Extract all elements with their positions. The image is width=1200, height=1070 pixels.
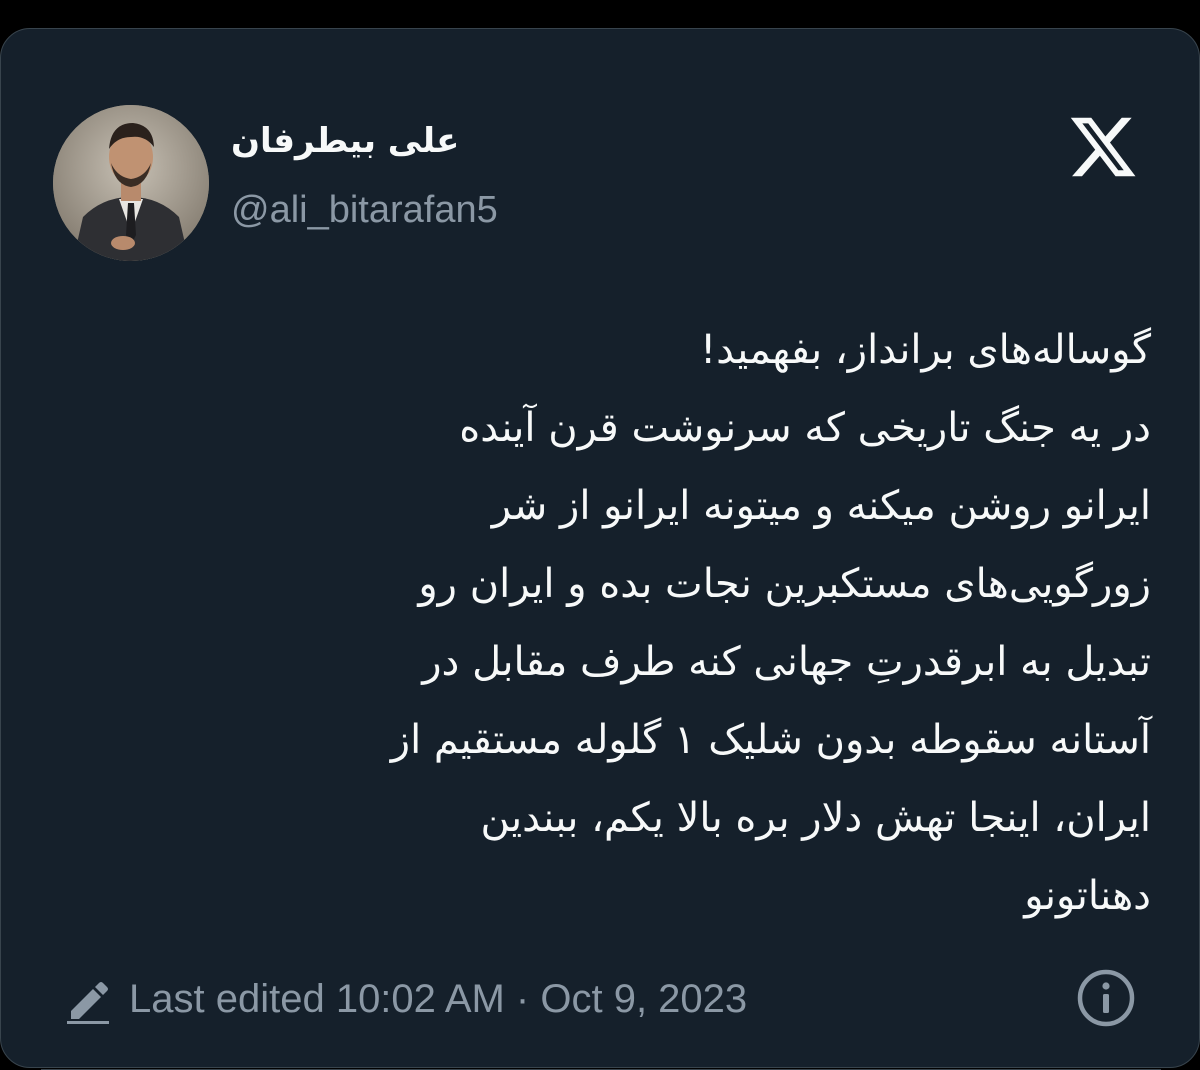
tweet-line: آستانه سقوطه بدون شلیک ۱ گلوله مستقیم از (390, 717, 1151, 763)
last-edited-timestamp[interactable]: Last edited 10:02 AM · Oct 9, 2023 (129, 977, 747, 1022)
tweet-meta: Last edited 10:02 AM · Oct 9, 2023 (61, 969, 747, 1029)
tweet-line: دهناتونو (1024, 873, 1151, 919)
tweet-line: در یه جنگ تاریخی که سرنوشت قرن آینده (459, 405, 1151, 451)
tweet-line: ایران، اینجا تهش دلار بره بالا یکم، ببند… (480, 795, 1151, 841)
profile-photo-icon (53, 105, 209, 261)
username-handle[interactable]: @ali_bitarafan5 (231, 189, 498, 232)
info-icon[interactable] (1075, 967, 1137, 1029)
x-logo-icon[interactable] (1063, 111, 1143, 183)
tweet-line: ایرانو روشن میکنه و میتونه ایرانو از شر (491, 483, 1151, 529)
display-name[interactable]: علی بیطرفان (231, 121, 481, 161)
pencil-icon[interactable] (61, 973, 113, 1025)
tweet-line: زورگویی‌های مستکبرین نجات بده و ایران رو (418, 561, 1151, 607)
tweet-card: علی بیطرفان @ali_bitarafan5 گوساله‌های ب… (0, 28, 1200, 1070)
avatar[interactable] (53, 105, 209, 261)
tweet-text: گوساله‌های برانداز، بفهمید! در یه جنگ تا… (41, 311, 1151, 935)
tweet-line: تبدیل به ابرقدرتِ جهانی کنه طرف مقابل در (422, 639, 1151, 685)
tweet-line: گوساله‌های برانداز، بفهمید! (700, 327, 1151, 373)
